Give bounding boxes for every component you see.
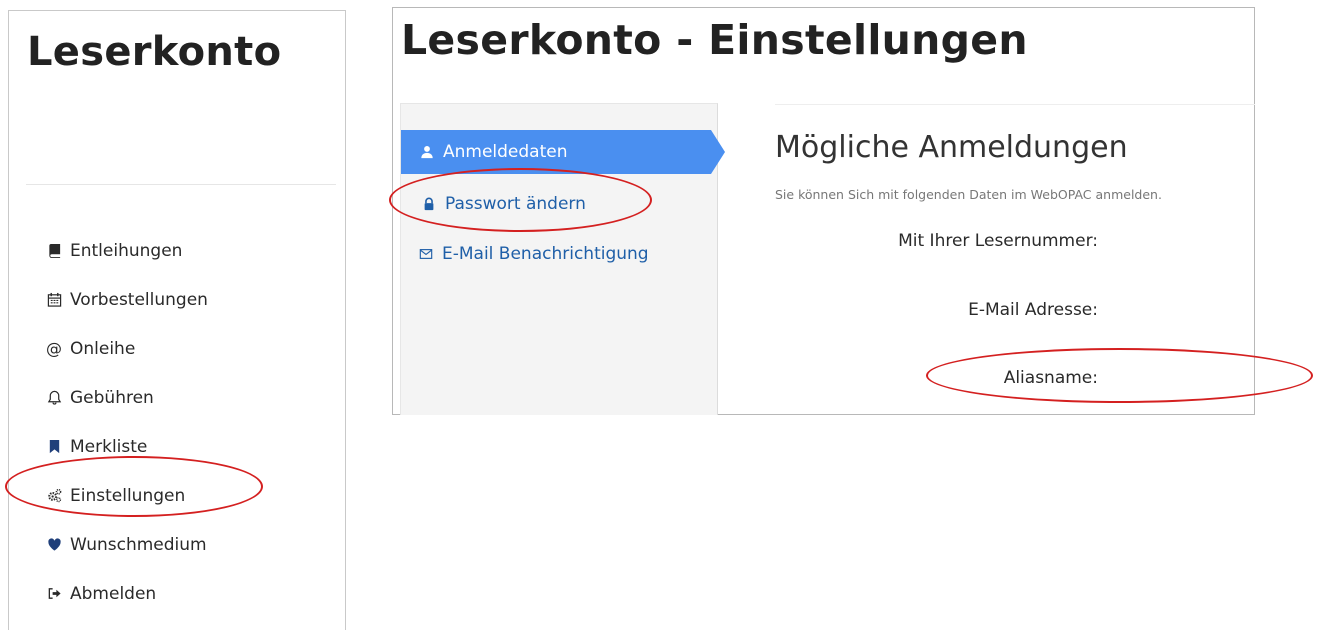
nav-label: Abmelden [70, 583, 157, 604]
nav-label: Einstellungen [70, 485, 186, 506]
content-divider [775, 104, 1255, 105]
nav-label: Onleihe [70, 338, 136, 359]
calendar-icon [45, 292, 63, 308]
nav-label: Wunschmedium [70, 534, 207, 555]
at-icon: @ [46, 339, 62, 358]
account-nav: Entleihungen Vorbestellungen @ Onleihe G… [45, 226, 208, 618]
sidebar-divider [26, 184, 336, 185]
user-icon [419, 144, 435, 160]
bookmark-icon [45, 439, 63, 455]
nav-label: Vorbestellungen [70, 289, 208, 310]
nav-item-vorbestellungen[interactable]: Vorbestellungen [45, 275, 208, 324]
page-title: Leserkonto - Einstellungen [401, 16, 1028, 64]
settings-tab-label: Passwort ändern [445, 194, 586, 214]
sign-out-icon [45, 586, 63, 602]
nav-item-wunschmedium[interactable]: Wunschmedium [45, 520, 208, 569]
content-subtitle: Sie können Sich mit folgenden Daten im W… [775, 187, 1162, 202]
gears-icon [45, 488, 63, 504]
envelope-icon [418, 246, 434, 262]
bell-icon [45, 390, 63, 406]
settings-nav: Anmeldedaten Passwort ändern E-Mail Bena… [400, 103, 725, 415]
settings-tab-label: Anmeldedaten [443, 142, 568, 162]
field-label-aliasname: Aliasname: [1003, 368, 1098, 388]
settings-tab-passwort[interactable]: Passwort ändern [401, 182, 586, 226]
settings-tab-email[interactable]: E-Mail Benachrichtigung [401, 232, 649, 276]
nav-item-gebuehren[interactable]: Gebühren [45, 373, 208, 422]
content-title: Mögliche Anmeldungen [775, 130, 1128, 165]
nav-label: Merkliste [70, 436, 148, 457]
book-icon [45, 243, 63, 259]
heart-icon [45, 537, 63, 553]
settings-tab-anmeldedaten[interactable]: Anmeldedaten [401, 130, 725, 174]
nav-item-merkliste[interactable]: Merkliste [45, 422, 208, 471]
sidebar-title: Leserkonto [27, 29, 282, 75]
account-sidebar: Leserkonto Entleihungen Vorbestellungen … [8, 10, 346, 630]
field-label-email: E-Mail Adresse: [968, 300, 1098, 320]
nav-item-entleihungen[interactable]: Entleihungen [45, 226, 208, 275]
settings-panel: Leserkonto - Einstellungen Anmeldedaten … [392, 7, 1255, 415]
nav-item-abmelden[interactable]: Abmelden [45, 569, 208, 618]
nav-item-onleihe[interactable]: @ Onleihe [45, 324, 208, 373]
nav-label: Gebühren [70, 387, 154, 408]
field-label-lesernummer: Mit Ihrer Lesernummer: [898, 231, 1098, 251]
nav-label: Entleihungen [70, 240, 183, 261]
lock-icon [421, 196, 437, 212]
nav-item-einstellungen[interactable]: Einstellungen [45, 471, 208, 520]
settings-tab-label: E-Mail Benachrichtigung [442, 244, 649, 264]
